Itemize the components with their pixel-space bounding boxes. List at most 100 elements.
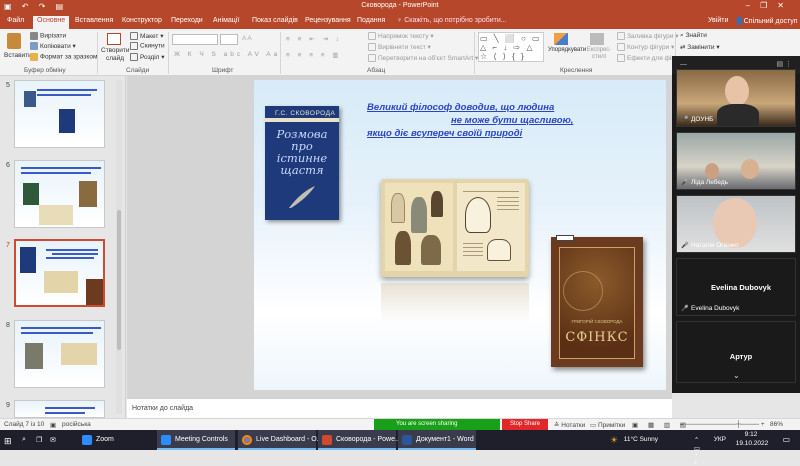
tab-view[interactable]: Подання bbox=[357, 17, 385, 24]
task-view-button[interactable]: ❐ bbox=[32, 430, 42, 450]
format-painter-button[interactable]: Формат за зразком bbox=[30, 53, 97, 61]
slide-thumbnail[interactable] bbox=[14, 80, 105, 148]
tab-file[interactable]: Файл bbox=[7, 17, 24, 24]
separator bbox=[474, 32, 475, 74]
slide-thumbnail[interactable] bbox=[14, 320, 105, 388]
font-family-dropdown[interactable] bbox=[172, 34, 218, 45]
reset-label: Скинути bbox=[140, 42, 165, 50]
notification-icon[interactable]: ▭ bbox=[782, 435, 790, 444]
book-cover-image[interactable]: ГРИГОРІЙ СКОВОРОДА СФІНКС bbox=[551, 235, 643, 367]
participant-video-tile[interactable]: 🎤 Наталія Огієнко bbox=[676, 195, 796, 253]
view-grid-icon[interactable]: ▤ ⋮ bbox=[776, 60, 792, 68]
shape-outline-button[interactable]: Контур фігури ▾ bbox=[617, 43, 674, 52]
font-size-dropdown[interactable] bbox=[220, 34, 238, 45]
chevron-down-icon[interactable]: ⌄ bbox=[733, 371, 740, 380]
weather-text[interactable]: 11°C Sunny bbox=[624, 436, 658, 443]
reset-button[interactable]: Скинути bbox=[130, 42, 165, 50]
clock-time[interactable]: 9:12 bbox=[734, 431, 768, 438]
replace-button[interactable]: ⇄ Замінити ▾ bbox=[680, 43, 720, 51]
tab-review[interactable]: Рецензування bbox=[305, 17, 351, 24]
format-painter-label: Формат за зразком bbox=[40, 53, 98, 61]
font-size-buttons[interactable]: A A bbox=[242, 35, 252, 42]
taskbar-item-word[interactable]: Документ1 - Word bbox=[398, 430, 476, 450]
tab-design[interactable]: Конструктор bbox=[122, 17, 162, 24]
separator bbox=[280, 32, 281, 74]
share-button[interactable]: 👤Спільний доступ bbox=[735, 17, 798, 25]
search-button[interactable]: ⌕ bbox=[18, 430, 26, 450]
taskbar-item-powerpoint[interactable]: Сковорода - Powe... bbox=[318, 430, 401, 450]
shape-fill-button[interactable]: Заливка фігури ▾ bbox=[617, 32, 679, 41]
clipboard-icon bbox=[7, 33, 21, 49]
smartart-button[interactable]: Перетворити на об'єкт SmartArt ▾ bbox=[368, 54, 478, 63]
layout-button[interactable]: Макет ▾ bbox=[130, 32, 163, 41]
stop-share-button[interactable]: Stop Share bbox=[502, 419, 548, 430]
clock-date[interactable]: 19.10.2022 bbox=[732, 440, 772, 447]
copy-button[interactable]: Копіювати ▾ bbox=[30, 42, 76, 51]
notes-toggle-button[interactable]: ≙ Нотатки bbox=[554, 421, 585, 429]
tell-me-input[interactable]: ♀ Скажіть, що потрібно зробити... bbox=[397, 17, 507, 24]
window-controls[interactable]: –❐✕ bbox=[746, 1, 794, 10]
shape-fill-label: Заливка фігури bbox=[627, 33, 674, 40]
start-button[interactable]: ⊞ bbox=[0, 430, 12, 450]
slide-thumbnail-selected[interactable] bbox=[14, 239, 105, 307]
effects-icon bbox=[617, 54, 625, 63]
reset-icon bbox=[130, 42, 138, 50]
shapes-gallery[interactable]: ▭ ╲ ⬜ ○ ▭ △ ⌐ ↓ ⇨ △ ☆ ⟨ ⟩ { } bbox=[478, 32, 544, 62]
scrollbar-thumb[interactable] bbox=[117, 210, 121, 350]
slide-thumbnail[interactable] bbox=[14, 160, 105, 228]
thumbnail-scrollbar[interactable] bbox=[116, 80, 122, 414]
taskbar-item-label: Live Dashboard - O... bbox=[256, 436, 323, 443]
mail-button[interactable]: ✉ bbox=[46, 430, 56, 450]
paste-button[interactable]: Вставити bbox=[4, 33, 32, 59]
minimize-button[interactable]: – bbox=[746, 1, 760, 10]
text-direction-button[interactable]: Напрямок тексту ▾ bbox=[368, 32, 434, 41]
list-buttons[interactable]: ≡ ≡ ⇤ ⇥ ↕ bbox=[286, 35, 342, 43]
tab-transitions[interactable]: Переходи bbox=[171, 17, 203, 24]
book-cover-image[interactable]: Г.С. СКОВОРОДА Розмова про істинне щастя bbox=[265, 106, 339, 220]
find-button[interactable]: ⌕ Знайти bbox=[680, 32, 707, 40]
close-button[interactable]: ✕ bbox=[777, 1, 794, 10]
tab-slideshow[interactable]: Показ слайдів bbox=[252, 17, 298, 24]
taskbar-item-zoom[interactable]: Zoom bbox=[78, 430, 154, 450]
arrange-label: Упорядкувати bbox=[548, 47, 587, 53]
taskbar-item-browser[interactable]: Live Dashboard - O... bbox=[238, 430, 323, 450]
slide-title-textbox[interactable]: Великий філософ доводив, що людина не мо… bbox=[367, 101, 627, 140]
open-book-image[interactable] bbox=[381, 179, 529, 277]
minimize-icon[interactable]: — bbox=[680, 61, 687, 68]
word-icon bbox=[402, 435, 412, 445]
title-bar: ▣ ↶ ↷ ▤ Сковорода - PowerPoint –❐✕ bbox=[0, 0, 800, 15]
participant-video-tile[interactable]: Артур ⌄ bbox=[676, 321, 796, 383]
comment-icon: ▭ bbox=[590, 422, 598, 429]
zoom-slider[interactable]: – ───────────┼──── + bbox=[680, 421, 765, 428]
new-slide-button[interactable]: Створити слайд bbox=[101, 33, 130, 63]
align-text-button[interactable]: Вирівняти текст ▾ bbox=[368, 43, 431, 52]
section-button[interactable]: Розділ ▾ bbox=[130, 53, 165, 62]
notes-pane[interactable]: Нотатки до слайда bbox=[127, 398, 672, 418]
window-title: Сковорода - PowerPoint bbox=[361, 2, 439, 9]
slide-thumbnail[interactable] bbox=[14, 400, 105, 418]
maximize-button[interactable]: ❐ bbox=[760, 1, 777, 10]
keyboard-language[interactable]: УКР bbox=[714, 436, 726, 443]
slides-group-label: Слайди bbox=[126, 67, 150, 74]
taskbar-item-meeting-controls[interactable]: Meeting Controls bbox=[157, 430, 235, 450]
layout-label: Макет bbox=[140, 33, 159, 40]
arrange-button[interactable]: Упорядкувати bbox=[548, 33, 587, 53]
align-buttons[interactable]: ≡ ≡ ≡ ≡ ▥ bbox=[286, 51, 342, 59]
participant-video-tile[interactable]: Evelina Dubovyk 🎤 Evelina Dubovyk bbox=[676, 258, 796, 316]
tab-insert[interactable]: Вставлення bbox=[75, 17, 113, 24]
tab-animations[interactable]: Анімації bbox=[213, 17, 239, 24]
cut-button[interactable]: Вирізати bbox=[30, 32, 66, 40]
arrange-icon bbox=[554, 33, 568, 45]
tray-icons[interactable]: ⌃ ▭ ◔ ♪ bbox=[694, 436, 702, 466]
tab-home[interactable]: Основне bbox=[33, 16, 70, 29]
language-indicator[interactable]: російська bbox=[62, 421, 91, 428]
participant-video-tile[interactable]: 🎤 Ліда Лебедь bbox=[676, 132, 796, 190]
zoom-level[interactable]: 86% bbox=[770, 421, 783, 428]
font-format-buttons[interactable]: Ж К Ч S abc AV Aa bbox=[174, 51, 280, 58]
spellcheck-icon[interactable]: ▣ bbox=[50, 421, 56, 429]
participant-video-tile[interactable]: 🎤 ДОУНБ bbox=[676, 69, 796, 127]
slide-canvas[interactable]: Великий філософ доводив, що людина не мо… bbox=[254, 80, 666, 390]
quick-styles-button[interactable]: Експрес-стилі bbox=[584, 33, 611, 61]
sign-in-link[interactable]: Увійти bbox=[708, 17, 728, 24]
comments-toggle-button[interactable]: ▭ Примітки bbox=[590, 421, 625, 429]
